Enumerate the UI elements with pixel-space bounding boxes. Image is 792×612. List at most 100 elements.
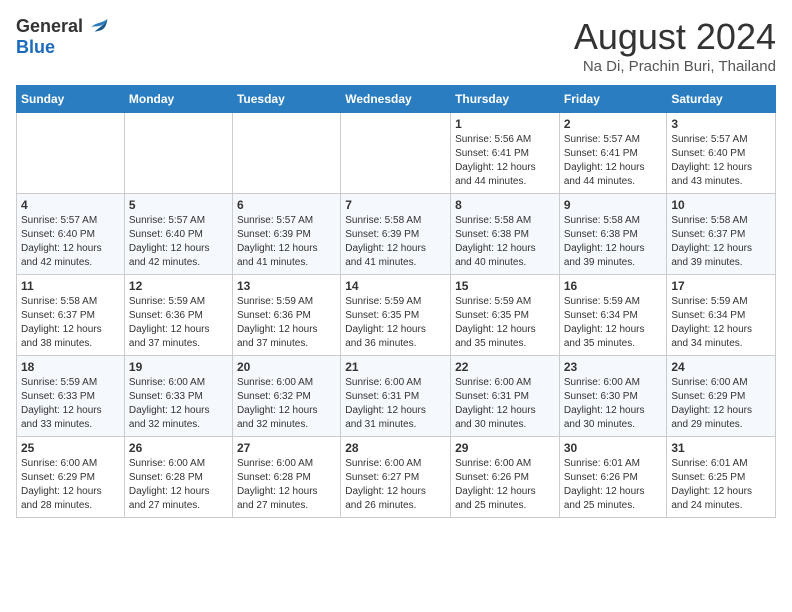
header-monday: Monday [124, 86, 232, 113]
calendar-cell: 11Sunrise: 5:58 AM Sunset: 6:37 PM Dayli… [17, 275, 125, 356]
day-number: 12 [129, 279, 228, 293]
page: General Blue August 2024 Na Di, Prachin … [0, 0, 792, 534]
day-info: Sunrise: 6:00 AM Sunset: 6:30 PM Dayligh… [564, 376, 663, 432]
day-number: 23 [564, 360, 663, 374]
calendar-cell: 5Sunrise: 5:57 AM Sunset: 6:40 PM Daylig… [124, 194, 232, 275]
day-number: 25 [21, 441, 120, 455]
day-info: Sunrise: 5:58 AM Sunset: 6:37 PM Dayligh… [21, 295, 120, 351]
title-area: August 2024 Na Di, Prachin Buri, Thailan… [574, 16, 776, 75]
header-thursday: Thursday [451, 86, 560, 113]
day-info: Sunrise: 5:57 AM Sunset: 6:40 PM Dayligh… [21, 214, 120, 270]
calendar-cell [17, 113, 125, 194]
calendar-cell: 19 Sunrise: 6:00 AM Sunset: 6:33 PM Dayli… [124, 356, 232, 437]
calendar-cell: 18 Sunrise: 5:59 AM Sunset: 6:33 PM Dayli… [17, 356, 125, 437]
calendar-week-row: 4 Sunrise: 5:57 AM Sunset: 6:40 PM Daylig… [17, 194, 776, 275]
day-info: Sunrise: 6:00 AM Sunset: 6:28 PM Dayligh… [237, 457, 336, 513]
calendar-header-row: Sunday Monday Tuesday Wednesday Thursday… [17, 86, 776, 113]
calendar-cell: 29 Sunrise: 6:00 AM Sunset: 6:26 PM Dayli… [451, 437, 560, 518]
day-number: 4 [21, 198, 120, 212]
day-number: 15 [455, 279, 555, 293]
day-info: Sunrise: 5:59 AM Sunset: 6:34 PM Dayligh… [671, 295, 771, 351]
calendar-table: Sunday Monday Tuesday Wednesday Thursday… [16, 85, 776, 518]
day-number: 29 [455, 441, 555, 455]
day-number: 13 [237, 279, 336, 293]
header-saturday: Saturday [667, 86, 776, 113]
calendar-week-row: 1 Sunrise: 5:56 AM Sunset: 6:41 PM Daylig… [17, 113, 776, 194]
calendar-cell: 31Sunrise: 6:01 AM Sunset: 6:25 PM Dayli… [667, 437, 776, 518]
day-info: Sunrise: 6:00 AM Sunset: 6:27 PM Dayligh… [345, 457, 446, 513]
day-info: Sunrise: 5:59 AM Sunset: 6:36 PM Dayligh… [129, 295, 228, 351]
day-info: Sunrise: 5:59 AM Sunset: 6:35 PM Dayligh… [345, 295, 446, 351]
calendar-cell: 17 Sunrise: 5:59 AM Sunset: 6:34 PM Dayli… [667, 275, 776, 356]
calendar-cell [341, 113, 451, 194]
calendar-cell: 8Sunrise: 5:58 AM Sunset: 6:38 PM Daylig… [451, 194, 560, 275]
header-friday: Friday [559, 86, 667, 113]
day-number: 1 [455, 117, 555, 131]
day-info: Sunrise: 5:59 AM Sunset: 6:35 PM Dayligh… [455, 295, 555, 351]
logo-general-text: General [16, 16, 83, 37]
day-info: Sunrise: 5:59 AM Sunset: 6:33 PM Dayligh… [21, 376, 120, 432]
calendar-cell: 6 Sunrise: 5:57 AM Sunset: 6:39 PM Daylig… [232, 194, 340, 275]
day-info: Sunrise: 6:00 AM Sunset: 6:29 PM Dayligh… [21, 457, 120, 513]
day-info: Sunrise: 5:56 AM Sunset: 6:41 PM Dayligh… [455, 133, 555, 189]
day-number: 10 [671, 198, 771, 212]
calendar-cell [232, 113, 340, 194]
calendar-cell: 14 Sunrise: 5:59 AM Sunset: 6:35 PM Dayli… [341, 275, 451, 356]
calendar-cell [124, 113, 232, 194]
day-info: Sunrise: 6:00 AM Sunset: 6:31 PM Dayligh… [345, 376, 446, 432]
calendar-cell: 4 Sunrise: 5:57 AM Sunset: 6:40 PM Daylig… [17, 194, 125, 275]
day-number: 6 [237, 198, 336, 212]
day-number: 16 [564, 279, 663, 293]
day-info: Sunrise: 6:01 AM Sunset: 6:26 PM Dayligh… [564, 457, 663, 513]
calendar-week-row: 18 Sunrise: 5:59 AM Sunset: 6:33 PM Dayli… [17, 356, 776, 437]
calendar-cell: 10 Sunrise: 5:58 AM Sunset: 6:37 PM Dayli… [667, 194, 776, 275]
day-number: 24 [671, 360, 771, 374]
day-info: Sunrise: 5:57 AM Sunset: 6:41 PM Dayligh… [564, 133, 663, 189]
calendar-cell: 30 Sunrise: 6:01 AM Sunset: 6:26 PM Dayli… [559, 437, 667, 518]
calendar-cell: 1 Sunrise: 5:56 AM Sunset: 6:41 PM Daylig… [451, 113, 560, 194]
header: General Blue August 2024 Na Di, Prachin … [16, 16, 776, 75]
day-number: 22 [455, 360, 555, 374]
day-number: 5 [129, 198, 228, 212]
calendar-cell: 26 Sunrise: 6:00 AM Sunset: 6:28 PM Dayli… [124, 437, 232, 518]
calendar-cell: 2Sunrise: 5:57 AM Sunset: 6:41 PM Daylig… [559, 113, 667, 194]
day-info: Sunrise: 6:00 AM Sunset: 6:33 PM Dayligh… [129, 376, 228, 432]
day-info: Sunrise: 5:58 AM Sunset: 6:39 PM Dayligh… [345, 214, 446, 270]
calendar-cell: 7Sunrise: 5:58 AM Sunset: 6:39 PM Daylig… [341, 194, 451, 275]
day-number: 30 [564, 441, 663, 455]
calendar-cell: 3Sunrise: 5:57 AM Sunset: 6:40 PM Daylig… [667, 113, 776, 194]
logo-blue-text: Blue [16, 37, 55, 58]
day-number: 9 [564, 198, 663, 212]
calendar-cell: 20 Sunrise: 6:00 AM Sunset: 6:32 PM Dayli… [232, 356, 340, 437]
day-info: Sunrise: 5:57 AM Sunset: 6:39 PM Dayligh… [237, 214, 336, 270]
day-number: 20 [237, 360, 336, 374]
calendar-cell: 16 Sunrise: 5:59 AM Sunset: 6:34 PM Dayli… [559, 275, 667, 356]
day-info: Sunrise: 5:59 AM Sunset: 6:34 PM Dayligh… [564, 295, 663, 351]
calendar-cell: 21Sunrise: 6:00 AM Sunset: 6:31 PM Dayli… [341, 356, 451, 437]
day-number: 3 [671, 117, 771, 131]
calendar-cell: 12 Sunrise: 5:59 AM Sunset: 6:36 PM Dayli… [124, 275, 232, 356]
calendar-cell: 13 Sunrise: 5:59 AM Sunset: 6:36 PM Dayli… [232, 275, 340, 356]
day-number: 17 [671, 279, 771, 293]
calendar-cell: 22 Sunrise: 6:00 AM Sunset: 6:31 PM Dayli… [451, 356, 560, 437]
calendar-cell: 28 Sunrise: 6:00 AM Sunset: 6:27 PM Dayli… [341, 437, 451, 518]
day-info: Sunrise: 5:58 AM Sunset: 6:38 PM Dayligh… [455, 214, 555, 270]
header-sunday: Sunday [17, 86, 125, 113]
calendar-cell: 25 Sunrise: 6:00 AM Sunset: 6:29 PM Dayli… [17, 437, 125, 518]
day-info: Sunrise: 5:59 AM Sunset: 6:36 PM Dayligh… [237, 295, 336, 351]
calendar-cell: 27 Sunrise: 6:00 AM Sunset: 6:28 PM Dayli… [232, 437, 340, 518]
month-title: August 2024 [574, 16, 776, 58]
day-info: Sunrise: 5:58 AM Sunset: 6:37 PM Dayligh… [671, 214, 771, 270]
day-number: 28 [345, 441, 446, 455]
day-info: Sunrise: 6:00 AM Sunset: 6:28 PM Dayligh… [129, 457, 228, 513]
day-info: Sunrise: 6:00 AM Sunset: 6:26 PM Dayligh… [455, 457, 555, 513]
day-number: 18 [21, 360, 120, 374]
day-info: Sunrise: 6:00 AM Sunset: 6:32 PM Dayligh… [237, 376, 336, 432]
day-number: 14 [345, 279, 446, 293]
day-number: 26 [129, 441, 228, 455]
day-number: 27 [237, 441, 336, 455]
logo: General Blue [16, 16, 109, 58]
calendar-cell: 15 Sunrise: 5:59 AM Sunset: 6:35 PM Dayli… [451, 275, 560, 356]
day-number: 19 [129, 360, 228, 374]
day-info: Sunrise: 6:00 AM Sunset: 6:31 PM Dayligh… [455, 376, 555, 432]
